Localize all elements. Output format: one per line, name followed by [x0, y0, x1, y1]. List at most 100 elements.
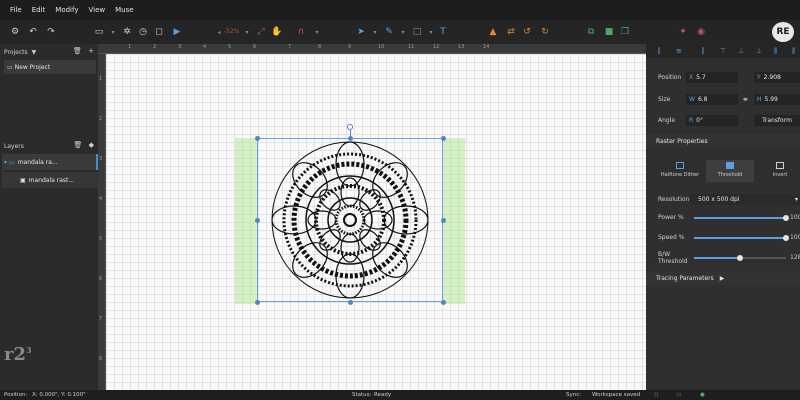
invert-button[interactable]: Invert [756, 160, 800, 182]
effect-icon[interactable]: ✦ [676, 24, 690, 40]
resize-handle-s[interactable] [348, 300, 353, 305]
ruler-tick-label: 11 [408, 44, 415, 50]
threshold-slider-track[interactable] [740, 257, 786, 259]
distribute-v-icon[interactable]: ⫼ [792, 47, 795, 56]
halftone-dither-button[interactable]: Halftone Dither [656, 160, 704, 182]
align-bottom-icon[interactable]: ⊥ [756, 47, 762, 55]
menu-muse[interactable]: Muse [115, 6, 133, 14]
distribute-icon[interactable]: ⫼ [774, 47, 777, 56]
menu-edit[interactable]: Edit [32, 6, 46, 14]
y-axis-label: Y [757, 74, 761, 81]
rotate-right-icon[interactable]: ↻ [538, 24, 552, 40]
selection-box[interactable] [257, 138, 443, 302]
align-middle-icon[interactable]: ⊥ [738, 47, 744, 55]
undo-icon[interactable]: ↶ [26, 24, 40, 40]
play-icon[interactable]: ▶ [170, 24, 184, 40]
threshold-slider-fill[interactable] [694, 257, 740, 259]
add-layer-icon[interactable]: ◆ [89, 141, 94, 149]
connection-icon[interactable]: ⟨⟩ [654, 392, 658, 398]
design-canvas[interactable] [106, 54, 646, 390]
menu-view[interactable]: View [88, 6, 105, 14]
layer-item-label: mandala ra... [17, 158, 58, 166]
lock-ratio-icon[interactable]: ⚭ [742, 95, 749, 104]
group-icon[interactable]: ⧉ [584, 24, 598, 40]
zoom-dropdown-icon[interactable]: ▾ [240, 24, 254, 40]
chevron-down-icon[interactable]: ▾ [310, 24, 324, 40]
raster-properties-header[interactable]: Raster Properties [646, 134, 800, 148]
threshold-slider-thumb[interactable] [737, 255, 743, 261]
position-y-field[interactable]: Y 2.908 [754, 72, 800, 83]
timer-icon[interactable]: ◷ [136, 24, 150, 40]
speed-slider-thumb[interactable] [783, 235, 789, 241]
ruler-tick-label: 6 [253, 44, 257, 50]
warning-icon[interactable]: ▲ [486, 24, 500, 40]
duplicate-icon[interactable]: ❐ [618, 24, 632, 40]
threshold-button[interactable]: Threshold [706, 160, 754, 182]
zoom-fit-icon[interactable]: ⤢ [254, 24, 268, 40]
projects-actions: 🗑 + [73, 47, 94, 55]
angle-field[interactable]: R 0° [686, 115, 738, 126]
flip-icon[interactable]: ⇄ [504, 24, 518, 40]
ruler-tick-label: 6 [99, 276, 103, 282]
resize-handle-sw[interactable] [255, 300, 260, 305]
trace-icon[interactable]: ◉ [694, 24, 708, 40]
chevron-down-icon[interactable]: ▼ [32, 49, 37, 56]
leaf-icon: ● [700, 392, 705, 398]
select-arrow-icon[interactable]: ➤ [354, 24, 368, 40]
x-axis-label: X [689, 74, 694, 81]
pen-icon[interactable]: ✎ [382, 24, 396, 40]
speed-slider-track[interactable] [694, 237, 786, 239]
rectangle-icon[interactable]: □ [410, 24, 424, 40]
text-tool-icon[interactable]: T [436, 24, 450, 40]
project-item[interactable]: ▭ New Project [4, 60, 96, 74]
pan-hand-icon[interactable]: ✋ [270, 24, 284, 40]
align-center-icon[interactable]: ≡ [676, 47, 682, 55]
camera-icon[interactable]: ▭ [92, 24, 106, 40]
magnet-icon[interactable]: ∩ [294, 24, 308, 40]
settings-icon[interactable]: ⚙ [8, 24, 22, 40]
layer-child-item[interactable]: ▣ mandala rast... [2, 172, 98, 188]
tracing-parameters-header[interactable]: Tracing Parameters ▶ [646, 271, 800, 285]
size-h-field[interactable]: H 5.99 [754, 94, 800, 105]
chevron-down-icon: ▾ [794, 196, 798, 203]
chevron-down-icon[interactable]: ▾ [368, 24, 382, 40]
ruler-tick-label: 10 [378, 44, 385, 50]
chevron-down-icon[interactable]: ▾ [396, 24, 410, 40]
angle-label: Angle [658, 117, 676, 124]
combine-icon[interactable]: ■ [602, 24, 616, 40]
resize-handle-n[interactable] [348, 136, 353, 141]
chevron-right-icon: ▶ [719, 274, 725, 282]
resolution-select[interactable]: 500 x 500 dpi ▾ [690, 194, 800, 205]
trash-icon[interactable]: 🗑 [73, 47, 82, 55]
trash-icon[interactable]: 🗑 [73, 141, 82, 149]
frame-icon[interactable]: ◻ [152, 24, 166, 40]
add-icon[interactable]: + [88, 47, 94, 55]
watermark-version: 3 [26, 345, 32, 355]
resize-handle-w[interactable] [255, 218, 260, 223]
chevron-down-icon[interactable]: ▾ [106, 24, 120, 40]
align-left-icon[interactable]: ⫿ [658, 47, 660, 56]
invert-icon [776, 162, 784, 169]
align-right-icon[interactable]: ⫿ [702, 47, 704, 56]
rotate-handle[interactable] [347, 124, 353, 130]
resize-handle-e[interactable] [441, 218, 446, 223]
resize-handle-se[interactable] [441, 300, 446, 305]
resolution-value: 500 x 500 dpi [698, 196, 740, 203]
layer-item[interactable]: ▾ ▭ mandala ra... [2, 154, 98, 170]
transform-button[interactable]: Transform [754, 115, 800, 126]
power-slider-thumb[interactable] [783, 215, 789, 221]
rotate-left-icon[interactable]: ↺ [520, 24, 534, 40]
menu-modify[interactable]: Modify [55, 6, 78, 14]
gear-small-icon[interactable]: ✲ [120, 24, 134, 40]
size-w-field[interactable]: W 6.8 [686, 94, 738, 105]
zoom-level[interactable]: -52% [224, 28, 240, 35]
resize-handle-nw[interactable] [255, 136, 260, 141]
align-top-icon[interactable]: ⊤ [720, 47, 726, 55]
battery-icon: ▭ [676, 392, 682, 398]
position-x-field[interactable]: X 5.7 [686, 72, 738, 83]
resize-handle-ne[interactable] [441, 136, 446, 141]
expand-icon[interactable]: ▾ [4, 159, 7, 166]
menu-file[interactable]: File [10, 6, 22, 14]
redo-icon[interactable]: ↷ [44, 24, 58, 40]
power-slider-track[interactable] [694, 217, 786, 219]
